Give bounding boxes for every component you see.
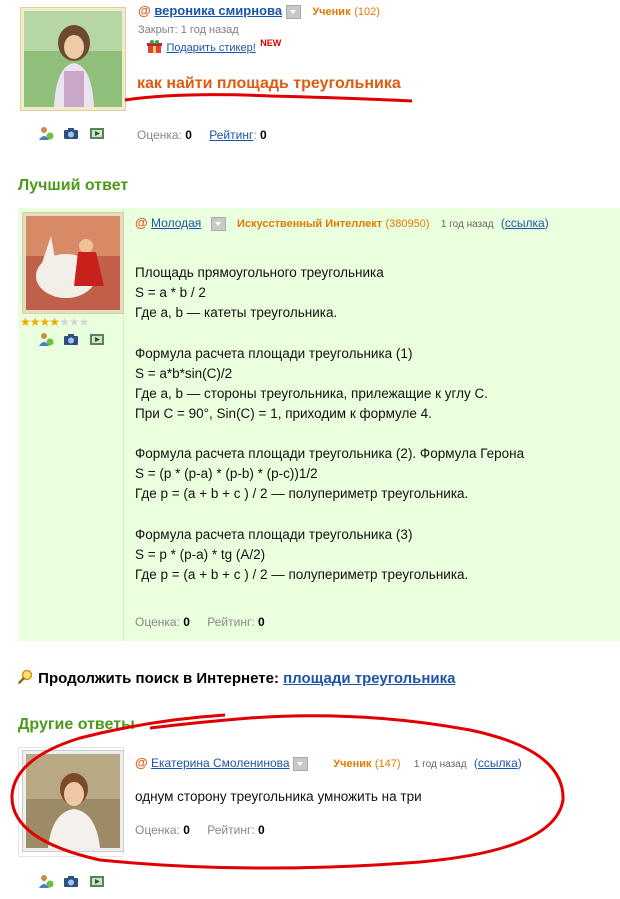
star-icon: ★ xyxy=(29,315,41,329)
answer-line: S = p * (p-a) * tg (A/2) xyxy=(135,547,266,562)
best-answer-action-icons xyxy=(38,330,110,348)
score-value: 0 xyxy=(183,615,190,629)
avatar-photo xyxy=(24,11,122,107)
star-icon: ★ xyxy=(39,315,51,329)
link-close-paren: ) xyxy=(544,216,549,230)
author-rank: Ученик xyxy=(312,6,351,18)
star-icon: ★ xyxy=(20,315,31,329)
search-query-link[interactable]: площади треугольника xyxy=(283,670,455,687)
annotation-oval xyxy=(10,713,565,870)
answer-line: Формула расчета площади треугольника (2)… xyxy=(135,446,525,461)
search-continue-line: Продолжить поиск в Интернете: площади тр… xyxy=(18,669,456,687)
at-icon: @ xyxy=(135,215,148,230)
gift-line: Подарить стикер! NEW xyxy=(147,38,281,56)
answer-line: При C = 90°, Sin(C) = 1, приходим к форм… xyxy=(135,406,432,421)
video-icon[interactable] xyxy=(89,126,105,140)
annotation-underline xyxy=(124,93,413,103)
star-icon: ★ xyxy=(59,315,70,329)
permalink-link[interactable]: ссылка xyxy=(505,216,545,230)
question-votes: Оценка: 0 Рейтинг: 0 xyxy=(137,128,267,142)
score-label: Оценка: xyxy=(135,615,180,629)
camera-icon[interactable] xyxy=(63,874,79,888)
score-label: Оценка: xyxy=(137,128,182,142)
rating-label: Рейтинг: xyxy=(207,615,255,629)
question-status: Закрыт: 1 год назад xyxy=(138,24,239,36)
rating-value: 0 xyxy=(258,615,265,629)
best-answer-author-line: @ Молодая Искусственный Интеллект (38095… xyxy=(135,215,549,231)
answer-line: S = a*b*sin(C)/2 xyxy=(135,366,233,381)
answer-line: Где a, b — стороны треугольника, прилежа… xyxy=(135,386,488,401)
person-add-icon[interactable] xyxy=(38,332,54,346)
answer-line: Где a, b — катеты треугольника. xyxy=(135,305,338,320)
score-value: 0 xyxy=(185,128,192,142)
answer-line: Площадь прямоугольного треугольника xyxy=(135,265,384,280)
camera-icon[interactable] xyxy=(63,332,79,346)
search-label: Продолжить поиск в Интернете: xyxy=(38,670,279,687)
author-rank: Искусственный Интеллект xyxy=(236,218,383,230)
star-icon: ★ xyxy=(68,315,80,329)
search-magnifier-icon xyxy=(18,669,33,684)
answer-line: Где p = (a + b + c ) / 2 — полупериметр … xyxy=(135,486,469,501)
rating-colon: : xyxy=(253,128,257,142)
star-icon: ★ xyxy=(78,315,90,329)
answer-line: S = (p * (p-a) * (p-b) * (p-c))1/2 xyxy=(135,466,318,481)
answer-time: 1 год назад xyxy=(440,219,494,230)
question-author-line: @ вероника смирнова Ученик (102) xyxy=(138,3,380,19)
author-rank-points: (380950) xyxy=(385,218,430,230)
person-add-icon[interactable] xyxy=(38,126,54,140)
author-rank-points: (102) xyxy=(354,6,380,18)
dropdown-icon[interactable] xyxy=(210,216,226,231)
answer-line: Формула расчета площади треугольника (1) xyxy=(135,346,413,361)
best-answer-votes: Оценка: 0 Рейтинг: 0 xyxy=(135,615,265,629)
dropdown-icon[interactable] xyxy=(285,4,301,19)
best-answer-heading: Лучший ответ xyxy=(18,177,129,194)
best-answer-avatar[interactable] xyxy=(22,212,124,314)
answer-line: S = a * b / 2 xyxy=(135,285,206,300)
question-author-link[interactable]: вероника смирнова xyxy=(154,3,282,18)
video-icon[interactable] xyxy=(89,332,105,346)
best-answer-author-link[interactable]: Молодая xyxy=(151,216,201,230)
rating-value: 0 xyxy=(260,128,267,142)
star-icon: ★ xyxy=(49,315,60,329)
avatar-photo xyxy=(26,216,120,310)
question-action-icons xyxy=(38,124,110,142)
answer-line: Формула расчета площади треугольника (3) xyxy=(135,527,413,542)
person-add-icon[interactable] xyxy=(38,874,54,888)
question-avatar[interactable] xyxy=(20,7,126,111)
video-icon[interactable] xyxy=(89,874,105,888)
answer-line: Где p = (a + b + c ) / 2 — полупериметр … xyxy=(135,567,469,582)
gift-sticker-link[interactable]: Подарить стикер! xyxy=(166,42,255,54)
rating-stars: ★★★★★★★ xyxy=(20,315,90,329)
gift-icon xyxy=(147,40,162,54)
at-icon: @ xyxy=(138,3,151,18)
rating-link[interactable]: Рейтинг xyxy=(209,128,253,142)
new-badge: NEW xyxy=(260,38,282,48)
camera-icon[interactable] xyxy=(63,126,79,140)
